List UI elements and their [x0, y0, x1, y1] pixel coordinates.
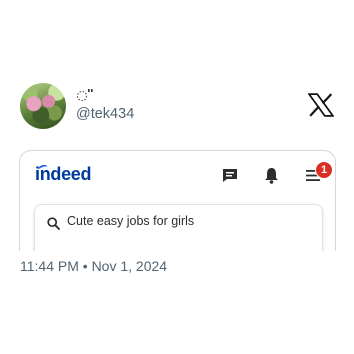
notification-badge: 1 [315, 161, 333, 179]
display-name-icon[interactable] [75, 88, 97, 102]
search-query[interactable]: Cute easy jobs for girls [67, 214, 194, 228]
message-icon[interactable] [222, 168, 238, 183]
post-timestamp[interactable]: 11:44 PM • Nov 1, 2024 [20, 258, 167, 274]
x-logo-icon[interactable] [308, 93, 334, 117]
search-icon [47, 217, 60, 230]
bell-icon[interactable] [264, 167, 279, 184]
indeed-logo: indeed [35, 163, 92, 185]
avatar[interactable] [20, 83, 66, 129]
search-bar[interactable]: Cute easy jobs for girls [34, 204, 323, 251]
embedded-screenshot[interactable]: indeed 1 Cute easy jobs for girls [19, 150, 336, 251]
author-handle[interactable]: @tek434 [76, 106, 134, 122]
